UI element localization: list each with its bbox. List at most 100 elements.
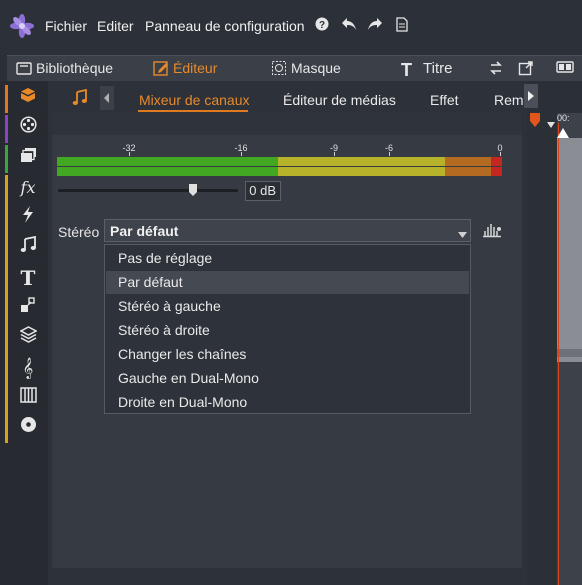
- category-bar-orange: [5, 85, 8, 113]
- subtab-bar: Mixeur de canaux Éditeur de médias Effet…: [52, 83, 538, 113]
- sidebar-item-text[interactable]: T: [12, 265, 44, 291]
- menu-control-panel[interactable]: Panneau de configuration: [145, 18, 305, 34]
- title-icon: T: [401, 60, 412, 80]
- scroll-grip[interactable]: [557, 349, 582, 357]
- menu-bar: Fichier Editer Panneau de configuration …: [0, 0, 582, 54]
- category-bar-yellow: [5, 175, 8, 443]
- lightning-icon: [21, 206, 35, 227]
- level-meter-right: [57, 167, 502, 176]
- gain-slider-track[interactable]: [58, 189, 238, 192]
- tab-title[interactable]: T Titre: [401, 60, 453, 80]
- level-meter-left: [57, 157, 502, 166]
- fx-icon: fx: [20, 178, 36, 197]
- tab-library[interactable]: Bibliothèque: [16, 60, 113, 76]
- disc-icon: [20, 417, 37, 437]
- gain-value: 0: [249, 183, 257, 198]
- tab-editor-label: Éditeur: [173, 60, 218, 76]
- meter-orange-segment: [445, 167, 491, 176]
- gain-unit: dB: [260, 183, 276, 198]
- meter-green-segment: [57, 157, 278, 166]
- menu-file[interactable]: Fichier: [45, 18, 87, 34]
- tab-mask-label: Masque: [291, 60, 341, 76]
- layers-icon: [18, 326, 38, 347]
- tab-title-label: Titre: [423, 60, 453, 77]
- pan-zoom-icon: [20, 297, 36, 317]
- treble-clef-icon: 𝄞: [22, 358, 34, 378]
- dropdown-option[interactable]: Changer les chaînes: [106, 343, 469, 366]
- dropdown-option[interactable]: Stéréo à gauche: [106, 295, 469, 318]
- meter-red-segment: [491, 167, 502, 176]
- meter-yellow-segment: [278, 157, 445, 166]
- gain-value-field[interactable]: 0 dB: [245, 181, 281, 201]
- sidebar-item-fx[interactable]: fx: [12, 175, 44, 201]
- dropdown-option[interactable]: Droite en Dual-Mono: [106, 391, 469, 414]
- music-note-small-icon: [72, 88, 88, 109]
- film-reel-icon: [19, 116, 37, 137]
- timecode: 00:: [557, 113, 570, 123]
- export-icon[interactable]: [518, 60, 534, 79]
- sidebar-item-transitions[interactable]: [12, 205, 44, 231]
- box-icon: [20, 88, 36, 107]
- svg-text:?: ?: [319, 20, 325, 31]
- playhead-down-icon[interactable]: [547, 116, 555, 131]
- mixer-header-strip: [52, 113, 522, 135]
- subtab-effect[interactable]: Effet: [430, 92, 459, 108]
- menu-edit[interactable]: Editer: [97, 18, 134, 34]
- stack-icon: [20, 148, 37, 167]
- help-icon[interactable]: ?: [313, 17, 331, 35]
- sidebar-item-music[interactable]: [12, 235, 44, 261]
- tab-library-label: Bibliothèque: [36, 60, 114, 76]
- stereo-settings-icon[interactable]: [482, 221, 504, 242]
- sidebar-item-keyboard[interactable]: [12, 385, 44, 411]
- library-icon: [16, 60, 32, 76]
- meter-red-segment: [491, 157, 502, 166]
- dropdown-option-selected[interactable]: Par défaut: [106, 271, 469, 294]
- sidebar-item-pan-zoom[interactable]: [12, 295, 44, 321]
- sidebar-item-film[interactable]: [12, 115, 44, 141]
- sidebar-item-audio-box[interactable]: [12, 85, 44, 111]
- text-icon: T: [20, 266, 36, 290]
- stereo-select[interactable]: Par défaut: [104, 219, 471, 242]
- active-subtab-indicator: [138, 110, 248, 112]
- category-bar-purple: [5, 115, 8, 143]
- subtab-channel-mixer[interactable]: Mixeur de canaux: [139, 92, 250, 108]
- meter-orange-segment: [445, 157, 491, 166]
- sidebar-item-score[interactable]: 𝄞: [12, 355, 44, 381]
- swap-icon[interactable]: [488, 60, 504, 79]
- subtab-truncated[interactable]: Rem: [494, 92, 524, 108]
- meter-yellow-segment: [278, 167, 445, 176]
- scroll-right-button[interactable]: [524, 84, 538, 108]
- panel-footer: [52, 568, 527, 585]
- dropdown-option[interactable]: Stéréo à droite: [106, 319, 469, 342]
- layout-icon[interactable]: [556, 60, 574, 77]
- document-icon[interactable]: [393, 17, 411, 35]
- undo-icon[interactable]: [340, 17, 358, 35]
- timeline-scroll-thumb[interactable]: [557, 138, 582, 362]
- main-tabs: Bibliothèque Éditeur Masque T Titre: [7, 55, 582, 81]
- redo-icon[interactable]: [366, 17, 384, 35]
- app-logo-icon: [10, 14, 34, 38]
- playhead-head-icon[interactable]: [557, 126, 569, 141]
- stereo-selected-value: Par défaut: [110, 223, 179, 239]
- meter-tick-mark: [389, 152, 390, 156]
- gain-slider-handle[interactable]: [189, 184, 197, 196]
- tab-editor[interactable]: Éditeur: [153, 60, 217, 76]
- playhead-line: [558, 123, 559, 585]
- tool-sidebar: fx T 𝄞: [0, 81, 48, 585]
- dropdown-option[interactable]: Gauche en Dual-Mono: [106, 367, 469, 390]
- tab-mask[interactable]: Masque: [271, 60, 341, 76]
- stereo-label: Stéréo: [58, 224, 100, 240]
- sidebar-item-layers[interactable]: [12, 145, 44, 171]
- meter-tick-mark: [334, 152, 335, 156]
- mask-icon: [271, 60, 287, 76]
- edit-icon: [153, 60, 169, 76]
- meter-tick-mark: [500, 152, 501, 156]
- sidebar-item-overlays[interactable]: [12, 325, 44, 351]
- timeline-track: [527, 113, 557, 585]
- marker-icon[interactable]: [530, 113, 540, 130]
- sidebar-item-disc[interactable]: [12, 415, 44, 441]
- music-note-icon: [20, 235, 36, 257]
- dropdown-option[interactable]: Pas de réglage: [106, 247, 469, 270]
- scroll-left-button[interactable]: [100, 86, 114, 110]
- subtab-media-editor[interactable]: Éditeur de médias: [283, 92, 396, 108]
